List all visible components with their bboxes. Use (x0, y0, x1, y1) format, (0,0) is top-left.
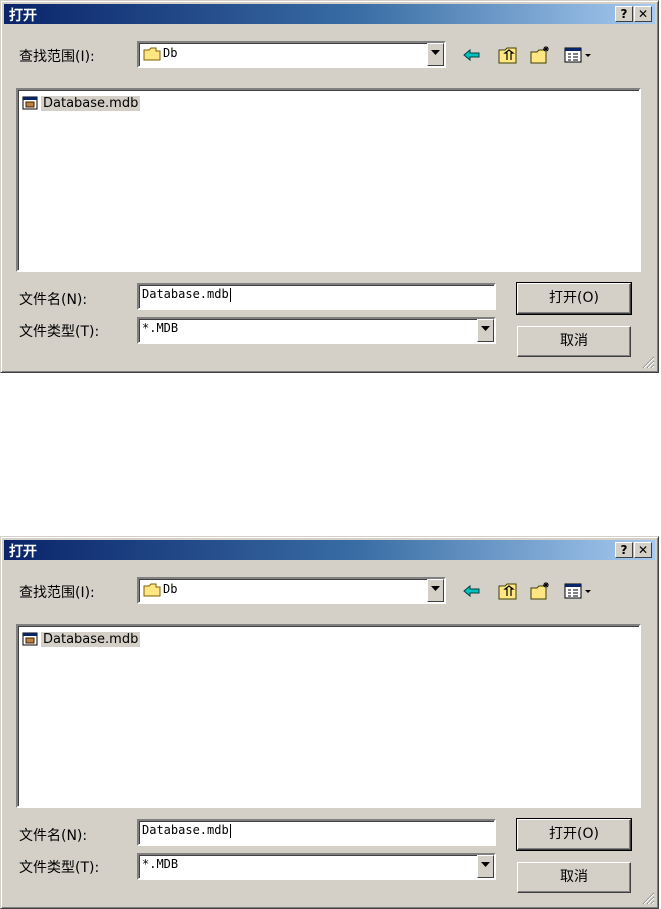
look-in-value: Db (163, 46, 178, 60)
filename-value: Database.mdb (142, 823, 229, 837)
dropdown-arrow-icon (481, 862, 490, 867)
filename-label: 文件名(N): (19, 828, 88, 844)
look-in-label: 查找范围(I): (19, 585, 95, 601)
open-button[interactable]: 打开(O) (516, 282, 632, 315)
resize-grip-icon[interactable] (642, 892, 655, 905)
open-dialog-1: 打开 ? ✕ 查找范围(I): Db Database.mdb 文件名(N): … (0, 0, 659, 373)
filename-value: Database.mdb (142, 287, 229, 301)
list-item[interactable]: Database.mdb (22, 94, 141, 112)
filename-label: 文件名(N): (19, 292, 88, 308)
look-in-value: Db (163, 582, 178, 596)
file-list[interactable]: Database.mdb (16, 88, 641, 272)
filetype-label: 文件类型(T): (19, 860, 100, 876)
view-menu-icon[interactable] (563, 44, 597, 66)
dropdown-arrow-icon (431, 50, 440, 55)
close-icon: ✕ (637, 543, 649, 557)
filetype-dropdown-button[interactable] (477, 855, 494, 878)
file-name: Database.mdb (41, 631, 141, 647)
filetype-combo[interactable]: *.MDB (137, 853, 496, 880)
dropdown-arrow-icon (481, 326, 490, 331)
filetype-label: 文件类型(T): (19, 324, 100, 340)
up-folder-icon[interactable] (497, 580, 519, 602)
new-folder-icon[interactable] (529, 580, 551, 602)
back-arrow-icon[interactable] (461, 580, 483, 602)
dropdown-arrow-icon (431, 586, 440, 591)
look-in-label: 查找范围(I): (19, 49, 95, 65)
help-icon: ? (620, 543, 628, 557)
dialog-title: 打开 (9, 8, 37, 24)
title-bar[interactable]: 打开 ? ✕ (4, 4, 655, 24)
folder-icon (143, 583, 161, 597)
open-dialog-2: 打开 ? ✕ 查找范围(I): Db Database.mdb 文件名(N): … (0, 536, 659, 909)
new-folder-icon[interactable] (529, 44, 551, 66)
help-button[interactable]: ? (615, 6, 633, 22)
file-name: Database.mdb (41, 95, 141, 111)
help-icon: ? (620, 7, 628, 21)
filetype-value: *.MDB (142, 321, 179, 335)
text-caret (229, 823, 231, 838)
title-bar[interactable]: 打开 ? ✕ (4, 540, 655, 560)
close-button[interactable]: ✕ (634, 6, 652, 22)
cancel-button[interactable]: 取消 (517, 862, 631, 893)
close-icon: ✕ (637, 7, 649, 21)
filetype-combo[interactable]: *.MDB (137, 317, 496, 344)
database-file-icon (22, 96, 38, 110)
back-arrow-icon[interactable] (461, 44, 483, 66)
filetype-dropdown-button[interactable] (477, 319, 494, 342)
open-button[interactable]: 打开(O) (516, 818, 632, 851)
filename-field[interactable]: Database.mdb (137, 283, 496, 310)
help-button[interactable]: ? (615, 542, 633, 558)
cancel-button[interactable]: 取消 (517, 326, 631, 357)
look-in-dropdown-button[interactable] (427, 579, 444, 602)
file-list[interactable]: Database.mdb (16, 624, 641, 808)
resize-grip-icon[interactable] (642, 356, 655, 369)
dialog-title: 打开 (9, 544, 37, 560)
folder-icon (143, 47, 161, 61)
look-in-dropdown-button[interactable] (427, 43, 444, 66)
up-folder-icon[interactable] (497, 44, 519, 66)
look-in-combo[interactable]: Db (137, 577, 446, 604)
list-item[interactable]: Database.mdb (22, 630, 141, 648)
database-file-icon (22, 632, 38, 646)
view-menu-icon[interactable] (563, 580, 597, 602)
look-in-combo[interactable]: Db (137, 41, 446, 68)
text-caret (229, 287, 231, 302)
filename-field[interactable]: Database.mdb (137, 819, 496, 846)
filetype-value: *.MDB (142, 857, 179, 871)
close-button[interactable]: ✕ (634, 542, 652, 558)
